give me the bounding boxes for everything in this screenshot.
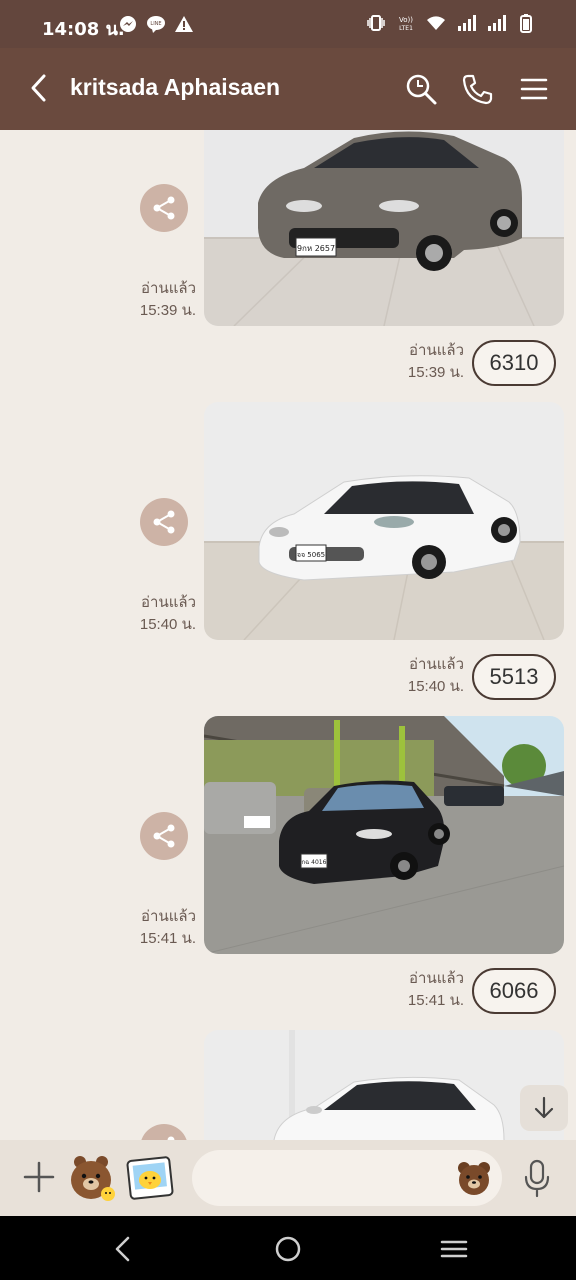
read-label: อ่านแล้ว	[409, 970, 464, 987]
read-label: อ่านแล้ว	[409, 656, 464, 673]
phone-icon[interactable]	[460, 72, 494, 106]
line-icon: LINE	[147, 16, 165, 33]
emoji-icon[interactable]	[456, 1160, 492, 1196]
read-label: อ่านแล้ว	[141, 594, 196, 611]
vibrate-icon	[367, 15, 385, 31]
battery-icon	[520, 14, 532, 33]
reply-meta: อ่านแล้ว 15:40 น.	[408, 654, 464, 698]
mic-icon[interactable]	[522, 1158, 552, 1198]
svg-text:9กห 2657: 9กห 2657	[297, 244, 335, 253]
status-left-icons: LINE	[118, 14, 194, 34]
chat-header: kritsada Aphaisaen	[0, 48, 576, 130]
message-meta: อ่านแล้ว 15:40 น.	[140, 592, 196, 636]
warning-icon	[175, 16, 193, 32]
wifi-icon	[427, 16, 445, 30]
message-meta: อ่านแล้ว 15:39 น.	[140, 278, 196, 322]
messenger-icon	[120, 16, 136, 32]
system-nav-bar	[0, 1216, 576, 1280]
text-message[interactable]: 6310	[472, 340, 556, 386]
share-button[interactable]	[140, 1124, 188, 1140]
nav-home-icon[interactable]	[273, 1234, 303, 1264]
nav-back-icon[interactable]	[108, 1234, 138, 1264]
read-label: อ่านแล้ว	[141, 280, 196, 297]
volte-icon: Vo))LTE1	[399, 16, 413, 32]
svg-text:Vo)): Vo))	[399, 16, 413, 24]
car-photo: จจ 5065	[204, 402, 564, 640]
svg-text:LINE: LINE	[150, 21, 161, 27]
share-icon	[153, 510, 175, 534]
read-label: อ่านแล้ว	[409, 342, 464, 359]
message-time: 15:40 น.	[407, 678, 464, 695]
share-icon	[153, 196, 175, 220]
status-time: 14:08 น.	[42, 19, 125, 40]
image-message[interactable]: จจ 5065	[204, 402, 564, 640]
nav-recents-icon[interactable]	[439, 1234, 469, 1264]
status-bar: 14:08 น. LINE Vo)) LTE1	[0, 0, 576, 48]
text-message[interactable]: 6066	[472, 968, 556, 1014]
message-time: 15:39 น.	[407, 364, 464, 381]
car-photo: 9กห 2657	[204, 130, 564, 326]
arrow-down-icon	[534, 1096, 554, 1119]
image-message[interactable]	[204, 1030, 564, 1140]
message-time: 15:41 น.	[139, 930, 196, 947]
status-right-icons: Vo)) LTE1	[366, 13, 536, 33]
message-time: 15:40 น.	[139, 616, 196, 633]
share-button[interactable]	[140, 498, 188, 546]
signal-icon	[458, 15, 476, 31]
back-icon[interactable]	[24, 70, 54, 106]
message-input-bar	[0, 1140, 576, 1216]
menu-icon[interactable]	[517, 72, 551, 106]
svg-text:LTE1: LTE1	[399, 25, 413, 32]
share-button[interactable]	[140, 184, 188, 232]
signal-icon	[488, 15, 506, 31]
car-photo	[204, 1030, 564, 1140]
image-message[interactable]: 9กห 2657	[204, 130, 564, 326]
message-time: 15:41 น.	[407, 992, 464, 1009]
svg-text:กฉ 4016: กฉ 4016	[302, 859, 327, 866]
share-icon	[153, 824, 175, 848]
sticker-sally-icon[interactable]	[126, 1154, 174, 1202]
chat-title[interactable]: kritsada Aphaisaen	[70, 74, 280, 101]
reply-meta: อ่านแล้ว 15:39 น.	[408, 340, 464, 384]
message-meta: อ่านแล้ว 15:41 น.	[140, 906, 196, 950]
plus-icon[interactable]	[22, 1160, 56, 1194]
search-icon[interactable]	[404, 72, 438, 106]
svg-text:จจ 5065: จจ 5065	[297, 551, 325, 559]
chat-area[interactable]: 9กห 2657 อ่านแล้ว 15:39 น. อ่านแล้ว 15:3…	[0, 130, 576, 1140]
image-message[interactable]: กฉ 4016	[204, 716, 564, 954]
message-time: 15:39 น.	[139, 302, 196, 319]
read-label: อ่านแล้ว	[141, 908, 196, 925]
sticker-brown-icon[interactable]	[66, 1152, 118, 1204]
reply-meta: อ่านแล้ว 15:41 น.	[408, 968, 464, 1012]
text-message[interactable]: 5513	[472, 654, 556, 700]
scroll-down-button[interactable]	[520, 1085, 568, 1131]
car-photo: กฉ 4016	[204, 716, 564, 954]
share-button[interactable]	[140, 812, 188, 860]
